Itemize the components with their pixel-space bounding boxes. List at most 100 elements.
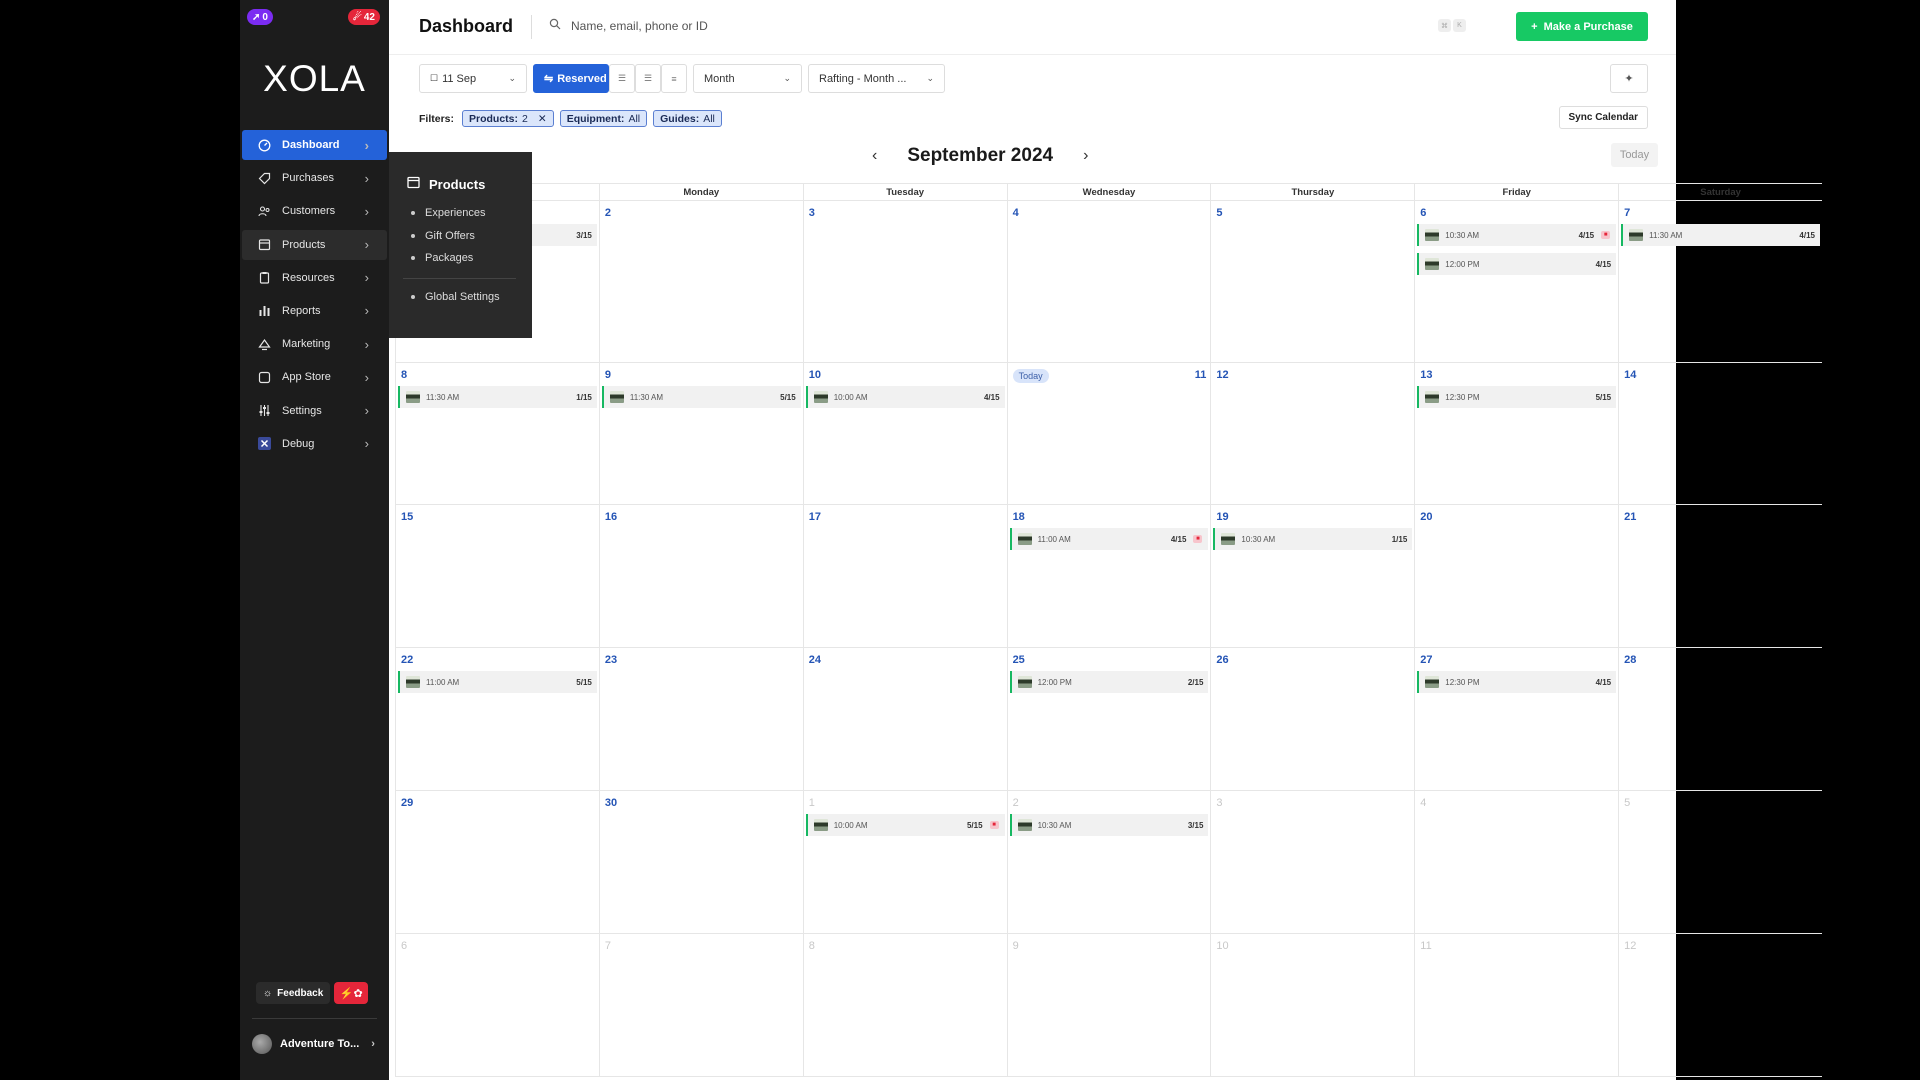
calendar-day-cell[interactable]: 5 — [1210, 201, 1414, 362]
calendar-day-cell[interactable]: 12 — [1210, 363, 1414, 504]
calendar-day-cell[interactable]: 10 10:00 AM 4/15 — [802, 363, 1007, 504]
calendar-day-cell[interactable]: 8 11:30 AM 1/15 — [395, 363, 599, 504]
calendar-week-row: 6 7 8 9 10 11 12 — [395, 934, 1822, 1077]
flyout-item-experiences[interactable]: Experiences — [411, 202, 486, 225]
calendar-day-cell[interactable]: 6 10:30 AM 4/15 ■ 12:00 PM 4/15 — [1414, 201, 1618, 362]
close-icon[interactable]: ✕ — [538, 113, 547, 125]
list-view-alt-button[interactable]: ☰ — [635, 64, 661, 93]
calendar-day-cell[interactable]: 3 — [802, 201, 1007, 362]
sidebar-item-reports[interactable]: Reports › — [242, 296, 387, 326]
calendar-day-cell[interactable]: 11 — [1414, 934, 1618, 1076]
flyout-item-gift-offers[interactable]: Gift Offers — [411, 225, 486, 248]
calendar-event[interactable]: 12:00 PM 4/15 — [1417, 253, 1617, 275]
notifications-badge[interactable]: ➚ 0 — [247, 9, 273, 25]
chevron-right-icon[interactable]: › — [1083, 147, 1088, 165]
calendar-day-cell[interactable]: 17 — [802, 505, 1007, 647]
calendar-day-cell[interactable]: 18 11:00 AM 4/15 ■ — [1006, 505, 1211, 647]
calendar-day-cell[interactable]: 4 — [1414, 791, 1618, 933]
calendar-day-cell[interactable]: 2 10:30 AM 3/15 — [1006, 791, 1211, 933]
calendar-day-cell[interactable]: 3 — [1210, 791, 1414, 933]
calendar-day-cell[interactable]: 23 — [598, 648, 803, 790]
calendar-day-cell[interactable]: 28 — [1618, 648, 1822, 790]
filter-chip-guides[interactable]: Guides: All — [653, 110, 722, 127]
calendar-event[interactable]: 12:30 PM 4/15 — [1417, 671, 1617, 693]
calendar-event[interactable]: 11:00 AM 4/15 ■ — [1009, 528, 1209, 550]
calendar-day-cell[interactable]: 16 — [598, 505, 803, 647]
calendar-day-cell[interactable]: 21 — [1618, 505, 1822, 647]
calendar-day-cell[interactable]: 19 10:30 AM 1/15 — [1210, 505, 1414, 647]
chevron-right-icon: › — [364, 237, 369, 253]
event-capacity: 4/15 — [1170, 534, 1187, 544]
sync-calendar-button[interactable]: Sync Calendar — [1558, 106, 1648, 129]
flyout-item-global-settings[interactable]: Global Settings — [411, 291, 500, 303]
sidebar-item-purchases[interactable]: Purchases › — [242, 163, 387, 193]
event-capacity: 4/15 — [1595, 677, 1612, 687]
search-input[interactable]: Name, email, phone or ID — [571, 19, 708, 33]
product-select[interactable]: Rafting - Month ... ⌄ — [808, 64, 945, 93]
calendar-day-cell[interactable]: 30 — [598, 791, 803, 933]
calendar-day-cell[interactable]: 2 — [598, 201, 803, 362]
calendar-day-cell[interactable]: 15 — [395, 505, 599, 647]
calendar-day-cell[interactable]: 25 12:00 PM 2/15 — [1006, 648, 1211, 790]
calendar-day-cell[interactable]: 13 12:30 PM 5/15 — [1414, 363, 1618, 504]
calendar-event[interactable]: 11:00 AM 5/15 — [398, 671, 597, 693]
calendar-day-cell[interactable]: 5 — [1618, 791, 1822, 933]
filter-chip-equipment[interactable]: Equipment: All — [559, 110, 648, 127]
chevron-left-icon[interactable]: ‹ — [872, 147, 877, 165]
calendar-event[interactable]: 10:00 AM 4/15 — [805, 386, 1005, 408]
calendar-day-cell[interactable]: 8 — [802, 934, 1007, 1076]
today-button[interactable]: Today — [1611, 143, 1658, 167]
sidebar-item-debug[interactable]: Debug › — [242, 429, 387, 459]
calendar-day-cell[interactable]: 4 — [1006, 201, 1211, 362]
report-bug-button[interactable]: ⚡✿ — [334, 982, 369, 1004]
calendar-day-cell[interactable]: 24 — [802, 648, 1007, 790]
brand-logo[interactable]: XOLA — [240, 58, 389, 100]
sidebar-item-resources[interactable]: Resources › — [242, 263, 387, 293]
calendar-event[interactable]: 10:30 AM 4/15 ■ — [1417, 224, 1617, 246]
calendar-day-cell[interactable]: 29 — [395, 791, 599, 933]
calendar-event[interactable]: 10:30 AM 1/15 — [1213, 528, 1413, 550]
calendar-event[interactable]: 11:30 AM 4/15 — [1621, 224, 1820, 246]
calendar-day-cell[interactable]: 26 — [1210, 648, 1414, 790]
calendar-event[interactable]: 10:30 AM 3/15 — [1009, 814, 1209, 836]
calendar-day-cell[interactable]: 27 12:30 PM 4/15 — [1414, 648, 1618, 790]
calendar-day-cell[interactable]: 14 — [1618, 363, 1822, 504]
filter-chip-products[interactable]: Products: 2 ✕ — [462, 110, 554, 127]
calendar-day-cell[interactable]: 6 — [395, 934, 599, 1076]
sidebar-item-products[interactable]: Products › — [242, 229, 387, 260]
calendar-day-cell[interactable]: 20 — [1414, 505, 1618, 647]
sidebar-item-marketing[interactable]: Marketing › — [242, 329, 387, 359]
flyout-item-packages[interactable]: Packages — [411, 247, 486, 270]
calendar-event[interactable]: 12:00 PM 2/15 — [1009, 671, 1209, 693]
sidebar-item-customers[interactable]: Customers › — [242, 196, 387, 226]
calendar-event[interactable]: 12:30 PM 5/15 — [1417, 386, 1617, 408]
calendar-event[interactable]: 10:00 AM 5/15 ■ — [805, 814, 1005, 836]
feedback-button[interactable]: ☼ Feedback — [256, 982, 331, 1004]
date-picker[interactable]: ☐ 11 Sep ⌄ — [419, 64, 527, 93]
account-switcher[interactable]: Adventure To... › — [252, 1034, 375, 1054]
calendar-day-cell[interactable]: 10 — [1210, 934, 1414, 1076]
calendar-event[interactable]: 11:30 AM 1/15 — [398, 386, 597, 408]
calendar-day-cell[interactable]: 9 — [1006, 934, 1211, 1076]
calendar-day-cell[interactable]: 7 11:30 AM 4/15 — [1618, 201, 1822, 362]
make-purchase-button[interactable]: + Make a Purchase — [1516, 12, 1648, 41]
calendar-day-cell[interactable]: 12 — [1618, 934, 1822, 1076]
list-view-button[interactable]: ☰ — [609, 64, 635, 93]
calendar-day-cell[interactable]: 22 11:00 AM 5/15 — [395, 648, 599, 790]
calendar-day-cell[interactable]: 7 — [598, 934, 803, 1076]
calendar-day-cell[interactable]: 9 11:30 AM 5/15 — [598, 363, 803, 504]
reserved-toggle-button[interactable]: ⇋ Reserved — [533, 64, 609, 93]
calendar-day-cell[interactable]: Today 11 — [1006, 363, 1211, 504]
calendar-day-cell[interactable]: 1 10:00 AM 5/15 ■ — [802, 791, 1007, 933]
debug-x-icon — [258, 437, 271, 451]
alerts-badge[interactable]: ☄ 42 — [347, 9, 380, 25]
calendar-event[interactable]: 11:30 AM 5/15 — [601, 386, 801, 408]
sidebar-item-dashboard[interactable]: Dashboard › — [242, 130, 387, 160]
sidebar-item-app-store[interactable]: App Store › — [242, 362, 387, 392]
view-mode-select[interactable]: Month ⌄ — [693, 64, 802, 93]
compact-view-button[interactable]: ≡ — [661, 64, 687, 93]
magic-wand-button[interactable]: ✦ — [1610, 64, 1648, 93]
global-search[interactable]: Name, email, phone or ID — [549, 18, 708, 33]
sidebar-item-settings[interactable]: Settings › — [242, 396, 387, 426]
event-thumbnail — [1017, 676, 1032, 688]
